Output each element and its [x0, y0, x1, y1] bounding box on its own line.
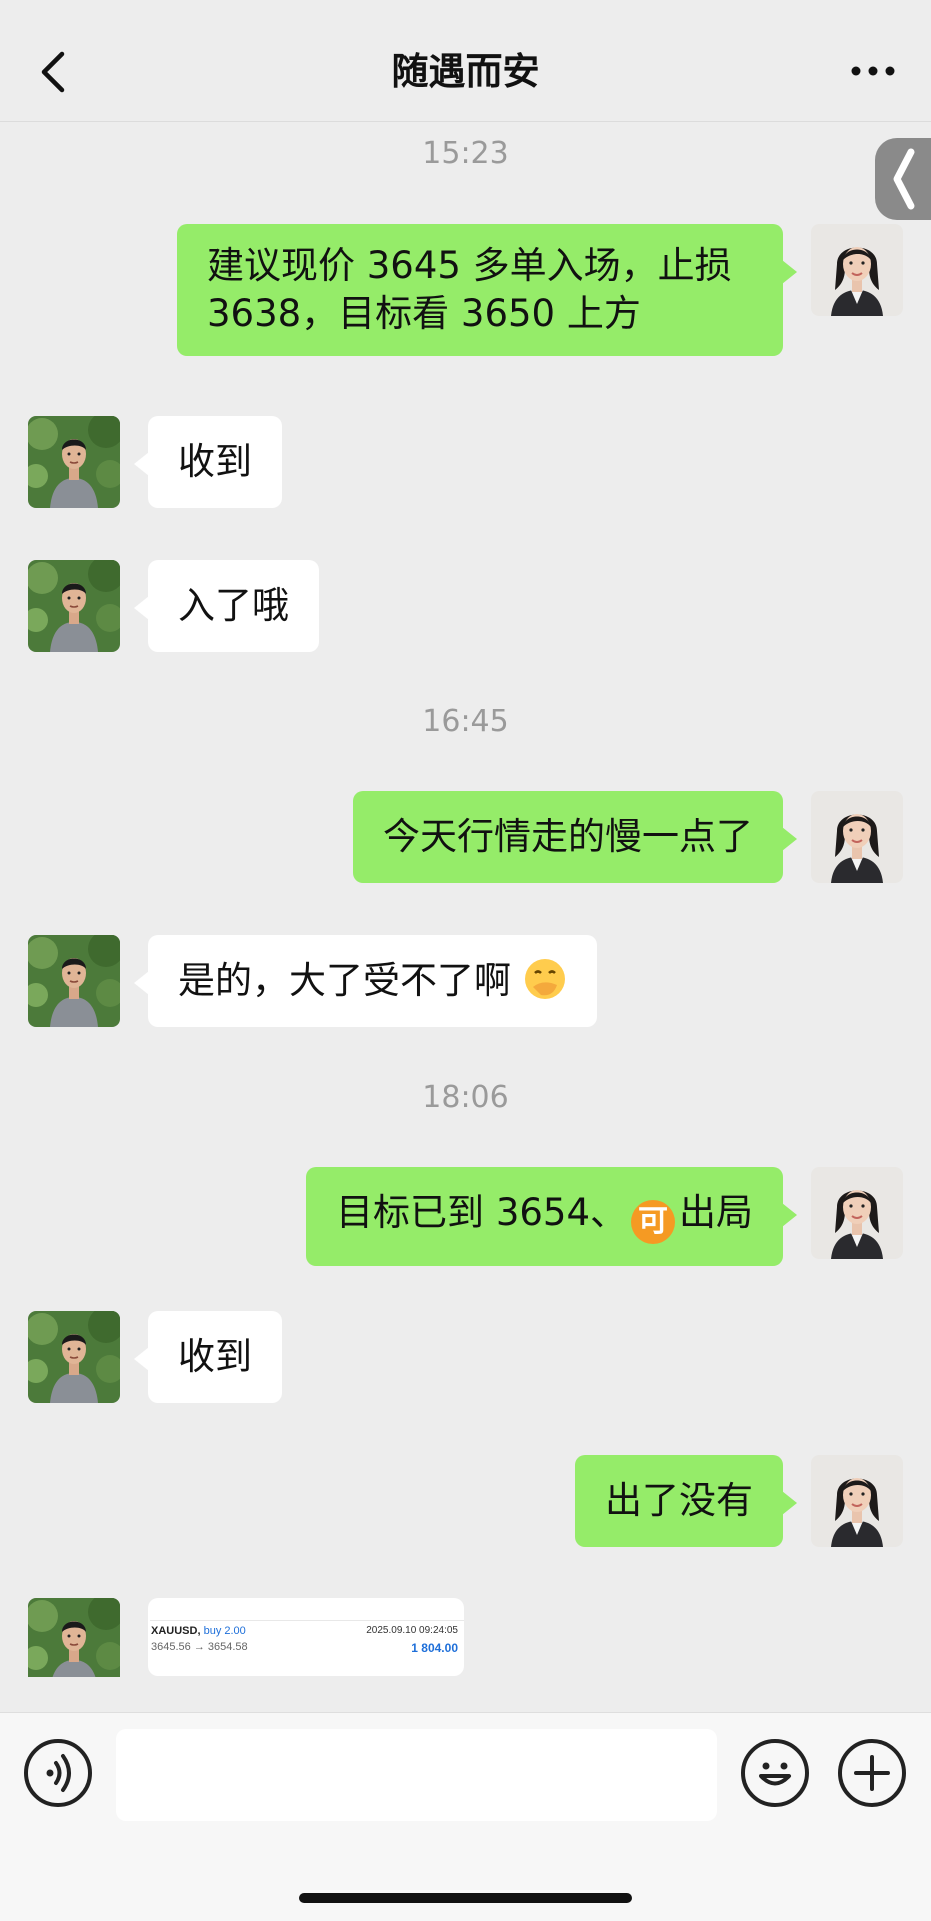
- message-bubble-sent[interactable]: 目标已到 3654、可出局: [306, 1167, 797, 1266]
- plus-icon: [854, 1755, 890, 1791]
- message-text: 入了哦: [178, 584, 289, 627]
- message-bubble-received[interactable]: 收到: [134, 1311, 282, 1403]
- message-text: 出局: [679, 1191, 753, 1234]
- divider: [150, 1620, 464, 1621]
- timestamp: 16:45: [422, 704, 509, 739]
- avatar[interactable]: [811, 224, 903, 316]
- timestamp: 18:06: [422, 1080, 509, 1115]
- plus-button[interactable]: [838, 1739, 906, 1807]
- more-button[interactable]: [849, 56, 897, 86]
- trade-symbol: XAUUSD, buy 2.00: [151, 1625, 246, 1637]
- voice-icon: [46, 1754, 71, 1792]
- message-bubble-sent[interactable]: 出了没有: [575, 1455, 797, 1547]
- avatar[interactable]: [28, 560, 120, 652]
- message-text: 今天行情走的慢一点了: [383, 815, 753, 858]
- avatar[interactable]: [811, 791, 903, 883]
- message-text: 收到: [178, 440, 252, 483]
- avatar[interactable]: [28, 1598, 120, 1677]
- trade-prices: 3645.56 → 3654.58: [151, 1641, 248, 1653]
- chat-title: 随遇而安: [391, 50, 540, 93]
- message-bubble-sent[interactable]: 今天行情走的慢一点了: [353, 791, 797, 883]
- avatar[interactable]: [811, 1167, 903, 1259]
- message-bubble-sent[interactable]: 建议现价 3645 多单入场，止损 3638，目标看 3650 上方: [177, 224, 797, 356]
- trade-profit: 1 804.00: [411, 1641, 458, 1655]
- timestamp: 15:23: [422, 136, 509, 171]
- avatar[interactable]: [28, 416, 120, 508]
- message-text: 建议现价 3645 多单入场，止损 3638，目标看 3650 上方: [207, 244, 732, 335]
- message-text: 目标已到 3654、: [336, 1191, 627, 1234]
- avatar[interactable]: [28, 1311, 120, 1403]
- hand-over-mouth-emoji-icon: [524, 959, 565, 999]
- voice-button[interactable]: [24, 1739, 92, 1807]
- more-dots-icon: [851, 66, 895, 76]
- message-list[interactable]: 15:23 建议现价 3645 多单入场，止损 3638，目标看 3650 上方…: [0, 122, 931, 1677]
- smiley-icon: [759, 1762, 791, 1786]
- message-bubble-received[interactable]: 收到: [134, 416, 282, 508]
- trade-screenshot-card[interactable]: XAUUSD, buy 2.00 2025.09.10 09:24:05 364…: [148, 1598, 464, 1676]
- input-bar: [0, 1712, 931, 1921]
- trade-side: buy 2.00: [203, 1625, 246, 1637]
- chat-header: 随遇而安: [0, 0, 931, 122]
- trade-timestamp: 2025.09.10 09:24:05: [366, 1625, 458, 1636]
- avatar[interactable]: [811, 1455, 903, 1547]
- message-text: 出了没有: [605, 1479, 753, 1522]
- message-bubble-received[interactable]: 是的，大了受不了啊: [134, 935, 597, 1027]
- avatar[interactable]: [28, 935, 120, 1027]
- message-text: 是的，大了受不了啊: [178, 959, 511, 1002]
- message-bubble-received[interactable]: 入了哦: [134, 560, 319, 652]
- message-text: 收到: [178, 1335, 252, 1378]
- ke-badge-icon: 可: [631, 1200, 675, 1244]
- home-indicator: [299, 1893, 632, 1903]
- message-input[interactable]: [116, 1729, 717, 1821]
- emoji-button[interactable]: [741, 1739, 809, 1807]
